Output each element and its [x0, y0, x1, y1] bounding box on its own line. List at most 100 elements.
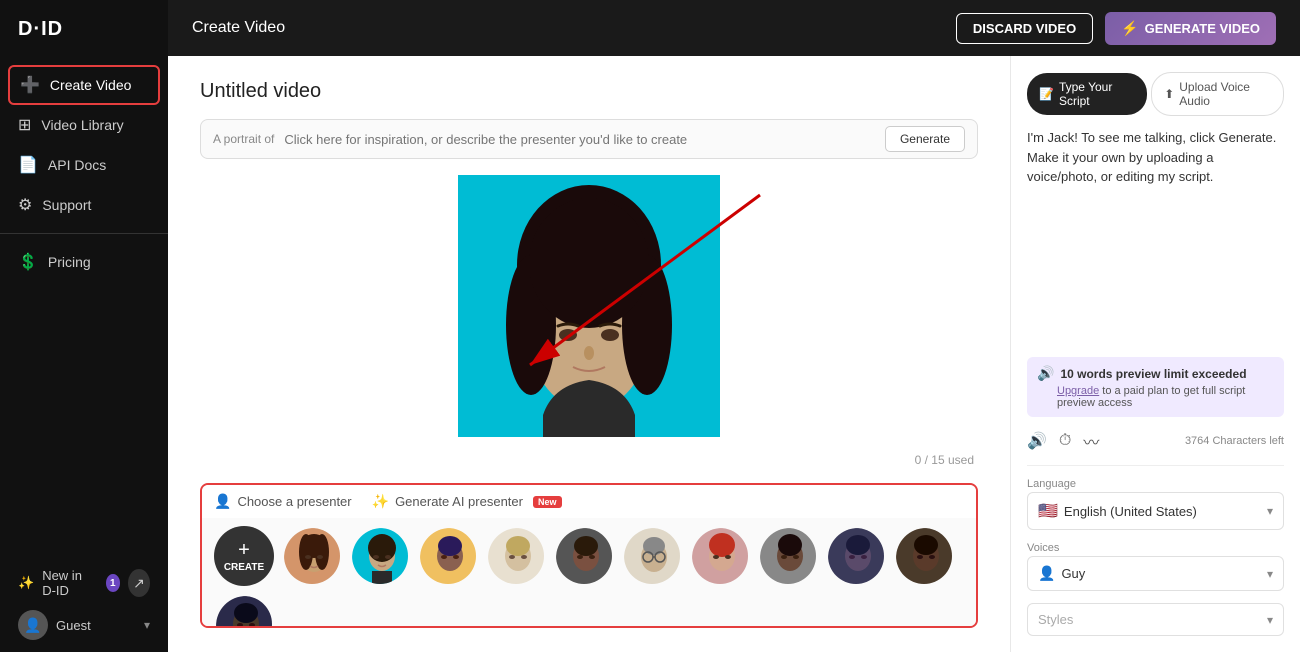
plus-icon: ➕ [20, 75, 40, 95]
avatar-5[interactable] [554, 526, 614, 586]
avatar-6[interactable] [622, 526, 682, 586]
avatar-4[interactable] [486, 526, 546, 586]
tab-upload-audio[interactable]: ⬆ Upload Voice Audio [1151, 72, 1284, 116]
portrait-row: A portrait of Generate [200, 119, 978, 159]
us-flag-icon: 🇺🇸 [1038, 501, 1058, 521]
avatar-10[interactable] [894, 526, 954, 586]
language-section: Language 🇺🇸 English (United States) ▾ [1027, 478, 1284, 530]
new-in-did-label: New in D-ID [42, 568, 97, 598]
sidebar-item-label: Support [42, 197, 91, 213]
redirect-button[interactable]: ↗ [128, 569, 150, 597]
avatar: 👤 [18, 610, 48, 640]
avatar-7[interactable] [690, 526, 750, 586]
sidebar-bottom: ✨ New in D-ID 1 ↗ 👤 Guest ▾ [0, 556, 168, 652]
new-badge: 1 [106, 574, 120, 592]
generate-label: GENERATE VIDEO [1145, 21, 1260, 36]
script-tabs: 📝 Type Your Script ⬆ Upload Voice Audio [1027, 72, 1284, 116]
logo: D·ID [0, 0, 168, 57]
presenter-image [458, 175, 720, 437]
page-body: Untitled video A portrait of Generate [168, 56, 1300, 652]
language-left: 🇺🇸 English (United States) [1038, 501, 1197, 521]
styles-chevron-icon: ▾ [1267, 613, 1273, 627]
sidebar-item-label: Create Video [50, 77, 131, 93]
discard-video-button[interactable]: DISCARD VIDEO [956, 13, 1093, 44]
logo-text: D·ID [18, 18, 63, 41]
avatar-8[interactable] [758, 526, 818, 586]
language-dropdown[interactable]: 🇺🇸 English (United States) ▾ [1027, 492, 1284, 530]
portrait-input[interactable] [284, 132, 875, 147]
doc-icon: 📄 [18, 155, 38, 175]
styles-section: Styles ▾ [1027, 603, 1284, 636]
grid-icon: ⊞ [18, 115, 31, 135]
new-in-did[interactable]: ✨ New in D-ID 1 ↗ [18, 568, 150, 598]
voice-value: Guy [1061, 566, 1085, 581]
voice-section: Voices 👤 Guy ▾ [1027, 542, 1284, 591]
script-textarea[interactable] [1027, 128, 1284, 345]
tab-audio-label: Upload Voice Audio [1179, 80, 1271, 108]
header: Create Video DISCARD VIDEO ⚡ GENERATE VI… [168, 0, 1300, 56]
presenter-face-svg [458, 175, 720, 437]
chevron-icon: ▾ [144, 618, 150, 632]
video-title: Untitled video [200, 80, 978, 103]
sidebar-item-pricing[interactable]: 💲 Pricing [0, 242, 168, 282]
guest-name: Guest [56, 618, 136, 633]
sidebar: D·ID ➕ Create Video ⊞ Video Library 📄 AP… [0, 0, 168, 652]
nav-divider [0, 233, 168, 234]
presenter-selector: 👤 Choose a presenter ✨ Generate AI prese… [200, 483, 978, 628]
upgrade-link[interactable]: Upgrade [1057, 385, 1099, 397]
choose-presenter-tab[interactable]: 👤 Choose a presenter [214, 493, 352, 510]
voice-left: 👤 Guy [1038, 565, 1085, 582]
dollar-icon: 💲 [18, 252, 38, 272]
voice-dropdown[interactable]: 👤 Guy ▾ [1027, 556, 1284, 591]
chars-left: 3764 Characters left [1185, 435, 1284, 447]
generate-ai-presenter-tab[interactable]: ✨ Generate AI presenter New [372, 493, 562, 510]
volume-button[interactable]: 🔊 [1027, 431, 1047, 451]
language-value: English (United States) [1064, 504, 1197, 519]
sidebar-item-label: Pricing [48, 254, 91, 270]
waveform-button[interactable]: 〰 [1083, 429, 1099, 453]
divider [1027, 465, 1284, 466]
script-icon: 📝 [1039, 87, 1054, 101]
avatar-2[interactable] [350, 526, 410, 586]
voice-chevron-icon: ▾ [1267, 567, 1273, 581]
page-title: Create Video [192, 19, 285, 37]
header-actions: DISCARD VIDEO ⚡ GENERATE VIDEO [956, 12, 1276, 45]
warning-banner: 🔊 10 words preview limit exceeded Upgrad… [1027, 357, 1284, 417]
sidebar-item-api-docs[interactable]: 📄 API Docs [0, 145, 168, 185]
sidebar-item-support[interactable]: ⚙ Support [0, 185, 168, 225]
avatar-1[interactable] [282, 526, 342, 586]
sidebar-item-create-video[interactable]: ➕ Create Video [8, 65, 160, 105]
avatar-grid: + CREATE [202, 518, 976, 628]
tab-type-script[interactable]: 📝 Type Your Script [1027, 73, 1147, 115]
main-content: Create Video DISCARD VIDEO ⚡ GENERATE VI… [168, 0, 1300, 652]
avatar-9[interactable] [826, 526, 886, 586]
voice-label: Voices [1027, 542, 1284, 554]
styles-placeholder: Styles [1038, 612, 1073, 627]
sidebar-item-label: Video Library [41, 117, 123, 133]
right-panel: 📝 Type Your Script ⬆ Upload Voice Audio … [1010, 56, 1300, 652]
avatar-11[interactable] [214, 594, 274, 628]
sidebar-item-label: API Docs [48, 157, 106, 173]
sparkle-tab-icon: ✨ [372, 493, 389, 510]
warning-text: 10 words preview limit exceeded [1060, 367, 1246, 381]
styles-dropdown[interactable]: Styles ▾ [1027, 603, 1284, 636]
person-icon: 👤 [214, 493, 231, 510]
warning-desc: Upgrade to a paid plan to get full scrip… [1037, 385, 1274, 409]
avatar-3[interactable] [418, 526, 478, 586]
guest-row[interactable]: 👤 Guest ▾ [18, 610, 150, 640]
language-label: Language [1027, 478, 1284, 490]
sidebar-nav: ➕ Create Video ⊞ Video Library 📄 API Doc… [0, 57, 168, 556]
tab-script-label: Type Your Script [1059, 80, 1135, 108]
language-chevron-icon: ▾ [1267, 504, 1273, 518]
new-tag: New [533, 496, 562, 508]
create-avatar-button[interactable]: + CREATE [214, 526, 274, 586]
sidebar-item-video-library[interactable]: ⊞ Video Library [0, 105, 168, 145]
audio-controls: 🔊 ⏱ 〰 3764 Characters left [1027, 429, 1284, 453]
generate-video-button[interactable]: ⚡ GENERATE VIDEO [1105, 12, 1276, 45]
portrait-generate-button[interactable]: Generate [885, 126, 965, 152]
gear-icon: ⚙ [18, 195, 32, 215]
warning-title: 🔊 10 words preview limit exceeded [1037, 365, 1274, 382]
warning-icon: 🔊 [1037, 365, 1054, 382]
presenter-tabs: 👤 Choose a presenter ✨ Generate AI prese… [202, 485, 976, 518]
clock-button[interactable]: ⏱ [1059, 432, 1071, 450]
